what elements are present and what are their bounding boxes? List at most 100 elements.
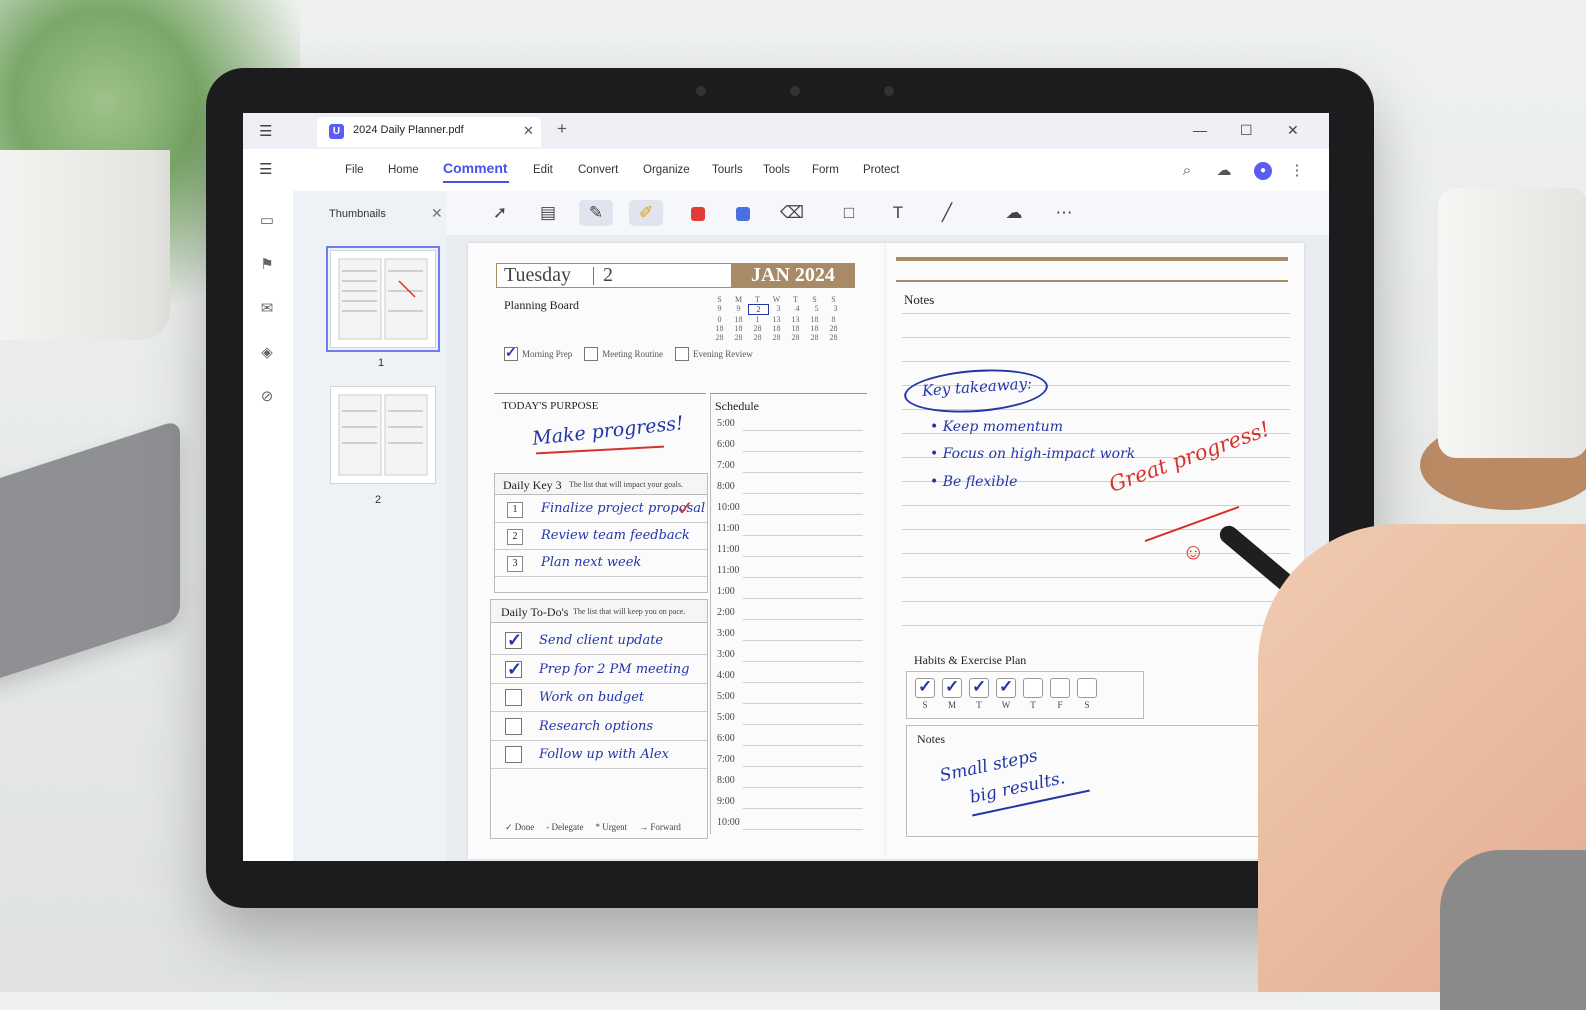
bullet-item: • Be flexible xyxy=(930,474,1018,490)
more-options-icon[interactable]: ⋮ xyxy=(1288,162,1306,180)
menu-organize[interactable]: Organize xyxy=(643,164,690,176)
hamburger-icon[interactable]: ☰ xyxy=(259,122,272,140)
calendar-row: 18 18 28 18 18 18 28 xyxy=(710,324,858,333)
menu-home[interactable]: Home xyxy=(388,164,419,176)
calendar-grid: 9 9 2 3 4 5 3 0 18 1 13 13 18 8 18 18 28 18 18 18 28 28 28 28 28… xyxy=(710,304,858,342)
eraser-icon[interactable]: ⌫ xyxy=(778,200,806,226)
line-icon[interactable]: ╱ xyxy=(933,200,961,226)
habit-checkbox[interactable]: ✓ xyxy=(942,678,962,698)
schedule-time: 8:00 xyxy=(717,775,735,786)
minimize-icon[interactable]: — xyxy=(1193,122,1207,138)
menu-protect[interactable]: Protect xyxy=(863,164,899,176)
schedule-line xyxy=(743,493,863,494)
todo-legend: ✓ Done - Delegate * Urgent → Forward xyxy=(505,822,681,833)
menu-edit[interactable]: Edit xyxy=(533,164,553,176)
key3-number: 1 xyxy=(507,502,523,518)
calendar-day-label: M xyxy=(734,295,743,304)
calendar-day-label: W xyxy=(772,295,781,304)
attachment-icon[interactable]: ⊘ xyxy=(257,387,277,407)
comment-icon[interactable]: ✉ xyxy=(257,299,277,319)
app-logo-icon: U xyxy=(329,124,344,139)
todo-checkbox[interactable]: ✓ xyxy=(505,631,522,649)
todo-checkbox[interactable] xyxy=(505,689,522,706)
pen-icon[interactable]: ✎ xyxy=(579,200,613,226)
calendar-date: 28 xyxy=(772,333,781,342)
maximize-icon[interactable]: ☐ xyxy=(1240,122,1253,139)
habit-day: F xyxy=(1050,678,1070,710)
bookmark-icon[interactable]: ⚑ xyxy=(257,255,277,275)
menu-tools[interactable]: Tools xyxy=(763,164,790,176)
more-tools-icon[interactable]: ⋯ xyxy=(1050,200,1078,226)
background-notebook xyxy=(0,419,180,685)
sensor xyxy=(696,86,706,96)
close-panel-icon[interactable]: ✕ xyxy=(431,205,443,222)
note-line xyxy=(902,577,1290,578)
blue-color-swatch[interactable] xyxy=(729,200,757,226)
page-thumbnail-1[interactable] xyxy=(326,246,440,352)
routine-item[interactable]: Evening Review xyxy=(675,347,753,361)
calendar-date: 28 xyxy=(715,333,724,342)
menu-convert[interactable]: Convert xyxy=(578,164,618,176)
cloud-icon[interactable]: ☁ xyxy=(1215,162,1233,180)
schedule-time: 9:00 xyxy=(717,796,735,807)
menu-form[interactable]: Form xyxy=(812,164,839,176)
habit-checkbox[interactable] xyxy=(1050,678,1070,698)
checkbox[interactable] xyxy=(584,347,599,361)
todo-checkbox[interactable]: ✓ xyxy=(505,660,522,678)
sweater-sleeve xyxy=(1440,850,1586,1010)
new-tab-icon[interactable]: + xyxy=(557,119,567,139)
close-window-icon[interactable]: ✕ xyxy=(1287,122,1299,139)
search-icon[interactable]: ⌕ xyxy=(1178,162,1196,180)
habit-checkbox[interactable]: ✓ xyxy=(915,678,935,698)
highlighter-icon[interactable]: ✐ xyxy=(629,200,663,226)
document-tab[interactable]: U 2024 Daily Planner.pdf ✕ xyxy=(317,117,541,147)
todo-checkbox[interactable] xyxy=(505,746,522,763)
habit-row: ✓ S ✓ M ✓ T ✓ W T F S xyxy=(907,672,1143,710)
habit-checkbox[interactable]: ✓ xyxy=(969,678,989,698)
habit-day: ✓ T xyxy=(969,678,989,710)
menu-icon[interactable]: ☰ xyxy=(259,160,272,178)
legend-item: → Forward xyxy=(639,822,681,832)
active-tab-indicator xyxy=(443,181,509,183)
todo-row: ✓ Send client update xyxy=(491,626,707,655)
layers-icon[interactable]: ◈ xyxy=(257,343,277,363)
rectangle-icon[interactable]: □ xyxy=(835,200,863,226)
habit-checkbox[interactable] xyxy=(1023,678,1043,698)
key3-row: 1 Finalize project proposal ✓ xyxy=(495,496,707,523)
camera xyxy=(790,86,800,96)
habit-checkbox[interactable] xyxy=(1077,678,1097,698)
checkbox[interactable]: ✓ xyxy=(504,347,518,361)
calendar-date: 3 xyxy=(776,304,781,313)
checkbox[interactable] xyxy=(675,347,689,361)
legend-item: ✓ Done xyxy=(505,822,535,832)
page-thumbnail-2[interactable] xyxy=(330,386,436,484)
pages-icon[interactable]: ▭ xyxy=(257,211,277,231)
calendar-day-label: S xyxy=(812,295,817,304)
routine-item[interactable]: ✓ Morning Prep xyxy=(504,347,572,361)
routine-item[interactable]: Meeting Routine xyxy=(584,347,663,361)
menu-tourls[interactable]: Tourls xyxy=(712,164,743,176)
calendar-row: 28 28 28 28 28 28 28 xyxy=(710,333,858,342)
user-avatar-icon[interactable]: ● xyxy=(1254,162,1272,180)
menu-comment[interactable]: Comment xyxy=(443,160,508,176)
todo-checkbox[interactable] xyxy=(505,717,522,735)
note-line xyxy=(902,505,1290,506)
menu-file[interactable]: File xyxy=(345,164,364,176)
key3-subtitle: The list that will impact your goals. xyxy=(569,480,683,489)
select-cursor-icon[interactable]: ➚ xyxy=(486,200,514,226)
shape-cloud-icon[interactable]: ☁ xyxy=(1000,200,1028,226)
todo-row: Research options xyxy=(491,712,707,741)
sticky-note-icon[interactable]: ▤ xyxy=(534,200,562,226)
calendar-date: 9 xyxy=(717,304,722,313)
habit-checkbox[interactable]: ✓ xyxy=(996,678,1016,698)
close-tab-icon[interactable]: ✕ xyxy=(523,123,534,139)
schedule-time: 10:00 xyxy=(717,817,740,828)
todo-text: Work on budget xyxy=(539,690,645,705)
schedule-line xyxy=(743,451,863,452)
text-icon[interactable]: T xyxy=(884,200,912,226)
red-color-swatch[interactable] xyxy=(684,200,712,226)
schedule-time: 5:00 xyxy=(717,418,735,429)
day-number: 2 xyxy=(603,264,613,286)
left-rail: ▭ ⚑ ✉ ◈ ⊘ xyxy=(243,191,294,861)
calendar-day-label: S xyxy=(717,295,722,304)
